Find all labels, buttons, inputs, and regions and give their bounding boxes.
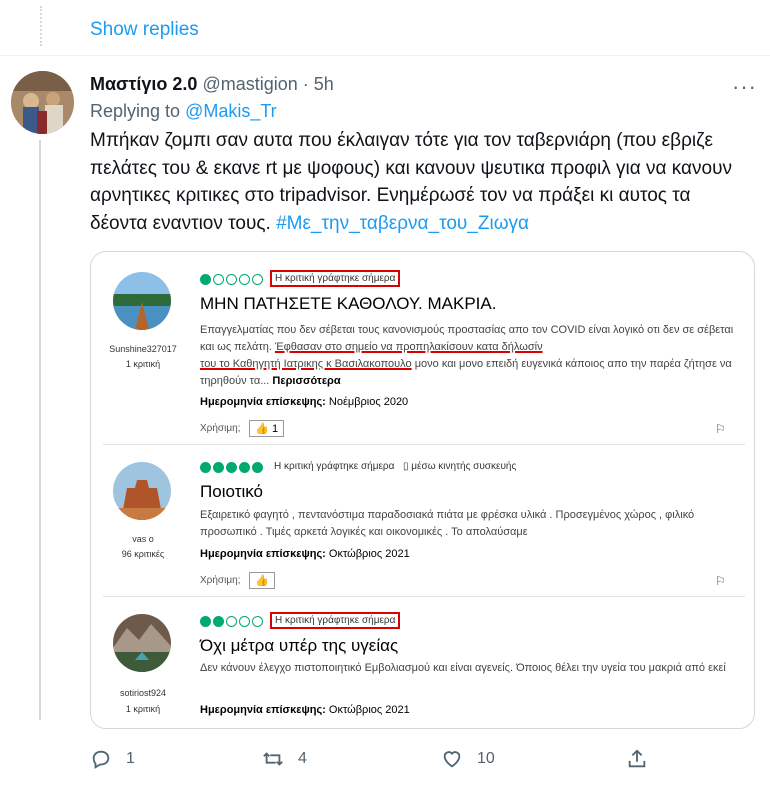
share-button[interactable] <box>626 748 662 770</box>
visit-label: Ημερομηνία επίσκεψης: <box>200 396 326 408</box>
mobile-device: ▯ μέσω κινητής συσκευής <box>403 461 516 472</box>
reviewer-avatar <box>113 272 171 330</box>
review-body: Δεν κάνουν έλεγχο πιστοποιητικό Εμβολιασ… <box>200 662 726 674</box>
mobile-label: μέσω κινητής συσκευής <box>411 461 517 472</box>
user-handle[interactable]: @mastigion <box>202 74 297 94</box>
rating-bubble <box>200 274 211 285</box>
like-count: 10 <box>477 750 495 767</box>
heart-icon <box>443 751 461 768</box>
rating-bubble <box>252 616 263 627</box>
rating-bubble <box>213 462 224 473</box>
visit-label: Ημερομηνία επίσκεψης: <box>200 548 326 560</box>
review-body: Επαγγελματίας που δεν σέβεται τους κανον… <box>200 322 740 390</box>
rating-bubble <box>239 274 250 285</box>
reviewer-avatar-image <box>113 272 171 330</box>
show-replies-link[interactable]: Show replies <box>90 19 199 41</box>
share-icon <box>628 749 646 768</box>
rating-bubble <box>213 616 224 627</box>
helpful-row: Χρήσιμη; 👍 <box>200 572 275 589</box>
review-title[interactable]: Όχι μέτρα υπέρ της υγείας <box>200 636 398 656</box>
thumbs-up-button[interactable]: 👍 1 <box>249 420 285 437</box>
visit-value: Οκτώβριος 2021 <box>325 704 410 716</box>
display-name[interactable]: Μαστίγιο 2.0 <box>90 74 197 94</box>
visit-date: Ημερομηνία επίσκεψης: Οκτώβριος 2021 <box>200 704 410 716</box>
rating-bubble <box>213 274 224 285</box>
thumbs-up-icon: 👍 <box>255 575 269 587</box>
visit-label: Ημερομηνία επίσκεψης: <box>200 704 326 716</box>
reviewer-avatar-image <box>113 462 171 520</box>
reply-count: 1 <box>126 750 135 767</box>
reviewer-count: 1 κριτική <box>125 704 161 714</box>
show-replies-row: Show replies <box>0 0 770 56</box>
reviewer-avatar <box>113 614 171 672</box>
thumbs-up-icon: 👍 <box>255 423 269 435</box>
rating-bubble <box>239 462 250 473</box>
rating-bubble <box>239 616 250 627</box>
tweet-text: Μπήκαν ζομπι σαν αυτα που έκλαιγαν τότε … <box>90 127 750 237</box>
reviewer-name[interactable]: Sunshine327017 <box>103 342 183 356</box>
visit-date: Ημερομηνία επίσκεψης: Νοέμβριος 2020 <box>200 396 408 408</box>
reviewer-name[interactable]: sotiriost924 <box>103 686 183 700</box>
review-underlined: Έφθασαν στο σημείο να προπηλακίσουν κατα… <box>274 341 543 353</box>
timestamp[interactable]: 5h <box>314 74 334 94</box>
visit-value: Νοέμβριος 2020 <box>325 396 409 408</box>
review-body: Εξαιρετικό φαγητό , πεντανόστιμα παραδοσ… <box>200 509 695 538</box>
rating-bubble <box>252 462 263 473</box>
like-count: 1 <box>271 423 279 435</box>
hashtag-link[interactable]: #Με_την_ταβερνα_του_Ζιωγα <box>276 213 529 234</box>
separator: · <box>302 74 309 94</box>
replying-to: Replying to @Makis_Tr <box>90 101 277 122</box>
reviewer-avatar-image <box>113 614 171 672</box>
reviewer-name[interactable]: vas o <box>103 532 183 546</box>
helpful-label: Χρήσιμη; <box>200 575 241 587</box>
thread-line <box>39 140 41 720</box>
visit-value: Οκτώβριος 2021 <box>325 548 410 560</box>
flag-icon[interactable]: ⚐ <box>715 422 726 436</box>
review-card: Sunshine327017 1 κριτική Η κριτική γράφτ… <box>103 262 745 445</box>
reviewer-count: 1 κριτική <box>125 359 161 369</box>
retweet-icon <box>263 752 283 766</box>
rating-bubble <box>200 462 211 473</box>
review-date: Η κριτική γράφτηκε σήμερα <box>270 612 401 629</box>
review-date: Η κριτική γράφτηκε σήμερα <box>270 270 401 287</box>
visit-date: Ημερομηνία επίσκεψης: Οκτώβριος 2021 <box>200 548 410 560</box>
reviewer-count: 96 κριτικές <box>121 549 165 559</box>
thread-dots <box>40 6 42 46</box>
rating-bubble <box>200 616 211 627</box>
replying-prefix: Replying to <box>90 101 186 121</box>
retweet-count: 4 <box>298 750 307 767</box>
reply-button[interactable]: 1 <box>90 748 135 770</box>
tweet-media-image[interactable]: Sunshine327017 1 κριτική Η κριτική γράφτ… <box>90 251 755 729</box>
helpful-row: Χρήσιμη; 👍 1 <box>200 420 285 437</box>
read-more-link[interactable]: Περισσότερα <box>272 375 340 387</box>
thumbs-up-button[interactable]: 👍 <box>249 572 275 589</box>
review-underlined: του το Καθηγητή Ιατρικης κ Βασιλακοπουλο <box>200 358 412 370</box>
more-options-icon[interactable]: ··· <box>732 74 757 100</box>
rating-bubbles <box>200 616 265 627</box>
reply-icon <box>92 750 110 769</box>
rating-bubble <box>226 616 237 627</box>
review-card: sotiriost924 1 κριτική Η κριτική γράφτηκ… <box>103 604 745 728</box>
tweet-header: Μαστίγιο 2.0 @mastigion · 5h <box>90 74 334 95</box>
review-date: Η κριτική γράφτηκε σήμερα <box>274 461 395 472</box>
rating-bubbles <box>200 462 265 473</box>
rating-bubbles <box>200 274 265 285</box>
tweet-actions: 1 4 10 <box>0 748 770 776</box>
like-button[interactable]: 10 <box>441 748 495 770</box>
review-title[interactable]: Ποιοτικό <box>200 482 263 502</box>
avatar-image <box>11 71 74 134</box>
mobile-icon: ▯ <box>403 461 409 472</box>
helpful-label: Χρήσιμη; <box>200 423 241 435</box>
retweet-button[interactable]: 4 <box>262 748 307 770</box>
reviewer-avatar <box>113 462 171 520</box>
replying-to-mention[interactable]: @Makis_Tr <box>185 101 277 121</box>
rating-bubble <box>252 274 263 285</box>
flag-icon[interactable]: ⚐ <box>715 574 726 588</box>
review-title[interactable]: ΜΗΝ ΠΑΤΗΣΕΤΕ ΚΑΘΟΛΟΥ. ΜΑΚΡΙΑ. <box>200 294 496 314</box>
review-card: vas o 96 κριτικές Η κριτική γράφτηκε σήμ… <box>103 452 745 597</box>
rating-bubble <box>226 462 237 473</box>
rating-bubble <box>226 274 237 285</box>
avatar[interactable] <box>11 71 74 134</box>
